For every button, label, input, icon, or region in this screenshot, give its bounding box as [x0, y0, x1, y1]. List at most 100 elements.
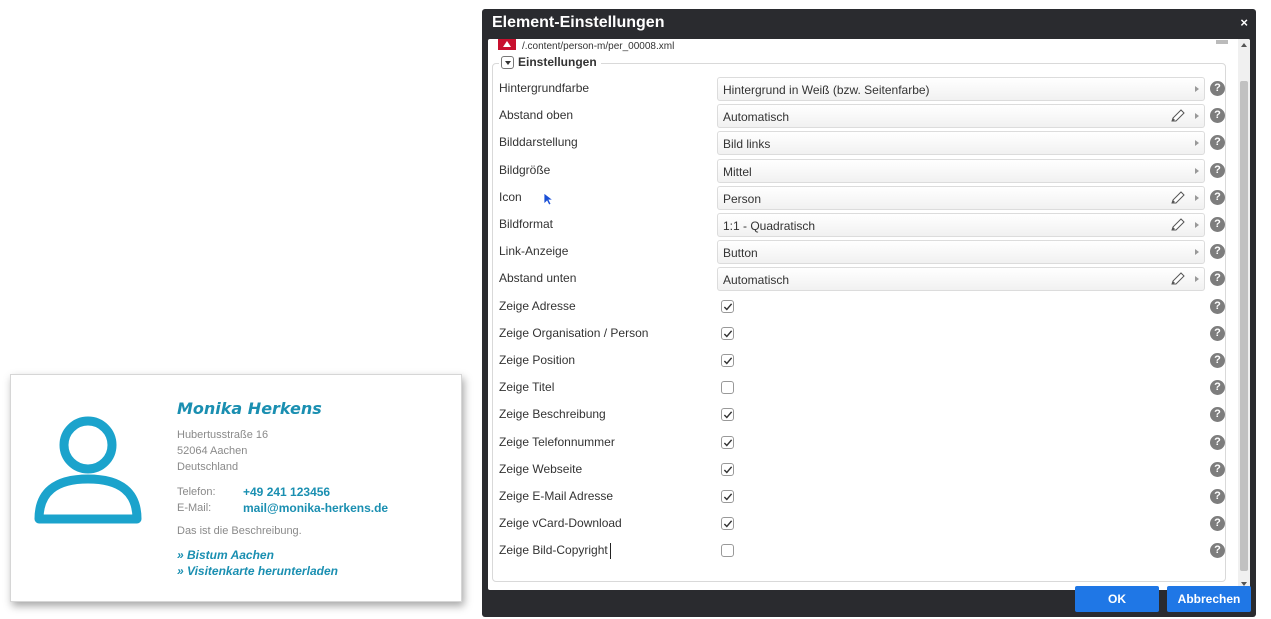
setting-select[interactable]: Automatisch [717, 104, 1205, 129]
email-label: E-Mail: [177, 502, 212, 514]
setting-checkbox[interactable] [721, 435, 734, 449]
resource-path: /.content/person-m/per_00008.xml [522, 41, 675, 52]
cancel-button[interactable]: Abbrechen [1167, 586, 1251, 612]
help-icon[interactable]: ? [1210, 407, 1225, 423]
help-icon[interactable]: ? [1210, 461, 1225, 477]
setting-checkbox[interactable] [721, 462, 734, 476]
help-icon[interactable]: ? [1210, 489, 1225, 504]
setting-checkbox[interactable] [721, 299, 734, 313]
pencil-icon[interactable] [1170, 191, 1186, 205]
setting-label: Abstand oben [499, 108, 574, 123]
help-icon[interactable]: ? [1210, 244, 1225, 260]
help-icon[interactable]: ? [1210, 217, 1225, 232]
ok-button[interactable]: OK [1075, 586, 1159, 612]
chevron-right-icon[interactable] [1195, 222, 1199, 228]
checkbox-label: Zeige Bild-Copyright [499, 543, 608, 558]
help-icon[interactable]: ? [1210, 135, 1225, 151]
address-street: Hubertusstraße 16 [177, 429, 269, 441]
phone-link[interactable]: +49 241 123456 [243, 484, 330, 500]
checkbox-label: Zeige Adresse [499, 298, 576, 313]
help-icon[interactable]: ? [1210, 380, 1225, 396]
setting-checkbox[interactable] [721, 354, 734, 367]
help-icon[interactable]: ? [1210, 81, 1225, 96]
setting-value: Mittel [723, 164, 752, 179]
checkbox-row: Zeige Organisation / Person? [492, 321, 1228, 347]
setting-value: Bild links [723, 137, 771, 152]
pencil-icon[interactable] [1170, 272, 1186, 286]
checkbox-row: Zeige Adresse? [492, 294, 1228, 320]
setting-select[interactable]: Mittel [717, 158, 1205, 183]
setting-select[interactable]: Person [717, 185, 1205, 210]
setting-checkbox[interactable] [721, 517, 734, 531]
checkbox-row: Zeige vCard-Download? [492, 511, 1228, 537]
checkbox-row: Zeige Beschreibung? [492, 402, 1228, 428]
pencil-icon[interactable] [1170, 109, 1186, 123]
pencil-icon[interactable] [1170, 218, 1186, 232]
setting-checkbox[interactable] [721, 381, 734, 395]
chevron-right-icon[interactable] [1195, 249, 1199, 256]
setting-select[interactable]: Automatisch [717, 267, 1205, 292]
setting-checkbox[interactable] [721, 490, 734, 503]
chevron-right-icon[interactable] [1195, 86, 1199, 92]
setting-select[interactable]: Bild links [717, 131, 1205, 156]
setting-checkbox[interactable] [721, 544, 734, 558]
setting-label: Bildgröße [499, 162, 551, 177]
help-icon[interactable]: ? [1210, 434, 1225, 450]
chevron-right-icon[interactable] [1195, 140, 1199, 147]
chevron-right-icon[interactable] [1195, 167, 1199, 174]
dialog-title: Element-Einstellungen [492, 14, 665, 31]
resource-type-icon [498, 39, 516, 50]
organisation-link[interactable]: » Bistum Aachen [177, 547, 457, 563]
checkbox-label: Zeige Titel [499, 380, 555, 395]
settings-legend[interactable]: Einstellungen [499, 55, 601, 69]
help-icon[interactable]: ? [1210, 353, 1225, 368]
help-icon[interactable]: ? [1210, 325, 1225, 341]
chevron-right-icon[interactable] [1195, 276, 1199, 283]
section-title: Einstellungen [518, 55, 597, 69]
collapse-toggle-icon[interactable] [501, 55, 514, 69]
vcard-download-link[interactable]: » Visitenkarte herunterladen [177, 563, 457, 579]
card-description: Das ist die Beschreibung. [177, 525, 302, 537]
settings-row: Bildformat 1:1 - Quadratisch? [492, 212, 1228, 238]
setting-label: Hintergrundfarbe [499, 81, 590, 95]
setting-label: Icon [499, 189, 522, 204]
text-caret [610, 543, 611, 559]
setting-checkbox[interactable] [721, 326, 734, 340]
scroll-up-icon[interactable] [1241, 43, 1247, 47]
checkbox-row: Zeige E-Mail Adresse? [492, 484, 1228, 510]
setting-checkbox[interactable] [721, 408, 734, 422]
checkbox-row: Zeige Titel? [492, 375, 1228, 401]
chevron-right-icon[interactable] [1195, 113, 1199, 120]
card-contact: Telefon: +49 241 123456 E-Mail: mail@mon… [177, 484, 457, 516]
setting-select[interactable]: Hintergrund in Weiß (bzw. Seitenfarbe) [717, 77, 1205, 101]
setting-value: Hintergrund in Weiß (bzw. Seitenfarbe) [723, 83, 930, 97]
setting-select[interactable]: 1:1 - Quadratisch [717, 213, 1205, 237]
help-icon[interactable]: ? [1210, 298, 1225, 314]
chevron-right-icon[interactable] [1195, 194, 1199, 201]
help-icon[interactable]: ? [1210, 543, 1225, 559]
person-avatar-icon [34, 416, 142, 524]
close-icon[interactable]: × [1240, 15, 1248, 30]
card-address: Hubertusstraße 16 52064 Aachen Deutschla… [177, 427, 457, 475]
settings-row: Icon Person? [492, 185, 1228, 211]
help-icon[interactable]: ? [1210, 516, 1225, 532]
scroll-thumb[interactable] [1240, 81, 1248, 571]
help-icon[interactable]: ? [1210, 108, 1225, 124]
setting-value: Button [723, 246, 758, 261]
checkbox-label: Zeige Position [499, 353, 576, 367]
card-name: Monika Herkens [177, 399, 322, 418]
resource-bar: /.content/person-m/per_00008.xml [488, 39, 1238, 55]
scrollbar[interactable] [1238, 39, 1250, 590]
settings-row: Link-Anzeige Button? [492, 239, 1228, 265]
help-icon[interactable]: ? [1210, 162, 1225, 178]
settings-row: Abstand unten Automatisch? [492, 266, 1228, 292]
setting-select[interactable]: Button [717, 240, 1205, 265]
settings-row: Bildgröße Mittel? [492, 158, 1228, 184]
help-icon[interactable]: ? [1210, 189, 1225, 205]
grip-icon[interactable] [1216, 40, 1228, 44]
checkbox-label: Zeige Telefonnummer [499, 434, 615, 449]
address-city: 52064 Aachen [177, 445, 248, 457]
element-settings-dialog: Element-Einstellungen × /.content/person… [482, 9, 1256, 617]
help-icon[interactable]: ? [1210, 271, 1225, 287]
email-link[interactable]: mail@monika-herkens.de [243, 500, 388, 516]
